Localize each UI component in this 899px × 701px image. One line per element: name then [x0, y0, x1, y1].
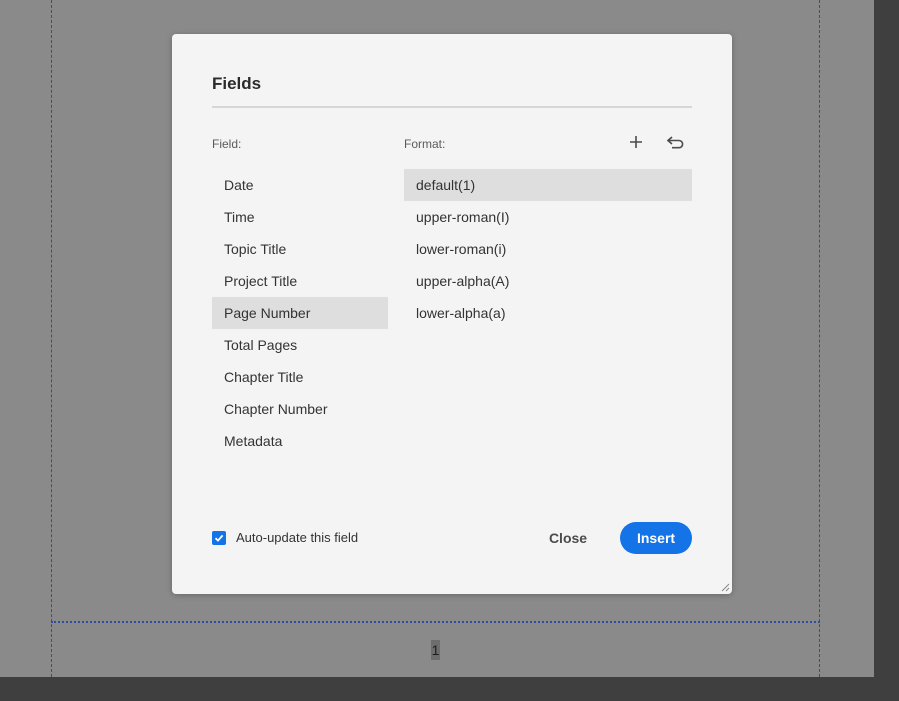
field-list-item[interactable]: Chapter Number	[212, 393, 388, 425]
field-list-item[interactable]: Chapter Title	[212, 361, 388, 393]
title-divider	[212, 106, 692, 108]
format-list: default(1) upper-roman(I) lower-roman(i) up…	[404, 169, 692, 329]
field-list-item[interactable]: Project Title	[212, 265, 388, 297]
page-number-field[interactable]: 1	[431, 640, 440, 660]
fields-dialog: Fields Field: Format: Date Time Topic Titl…	[172, 34, 732, 594]
left-margin-guide	[51, 0, 52, 677]
close-button[interactable]: Close	[538, 522, 598, 554]
format-list-item[interactable]: lower-alpha(a)	[404, 297, 692, 329]
add-format-button[interactable]	[624, 130, 648, 154]
checkmark-icon	[214, 534, 224, 542]
field-column-label: Field:	[212, 137, 242, 151]
footer-guide	[51, 621, 820, 623]
field-list: Date Time Topic Title Project Title Page Num…	[212, 169, 388, 457]
format-list-item[interactable]: lower-roman(i)	[404, 233, 692, 265]
plus-icon	[630, 136, 642, 148]
field-list-item[interactable]: Time	[212, 201, 388, 233]
format-list-item[interactable]: default(1)	[404, 169, 692, 201]
undo-icon	[667, 136, 684, 149]
resize-grip-icon[interactable]	[721, 583, 730, 592]
field-list-item[interactable]: Topic Title	[212, 233, 388, 265]
reset-format-button[interactable]	[664, 130, 688, 154]
auto-update-checkbox[interactable]	[212, 531, 226, 545]
field-list-item[interactable]: Metadata	[212, 425, 388, 457]
format-column-label: Format:	[404, 137, 446, 151]
field-list-item[interactable]: Page Number	[212, 297, 388, 329]
format-list-item[interactable]: upper-alpha(A)	[404, 265, 692, 297]
right-margin-guide	[819, 0, 820, 677]
format-list-item[interactable]: upper-roman(I)	[404, 201, 692, 233]
dialog-title: Fields	[212, 74, 262, 93]
field-list-item[interactable]: Total Pages	[212, 329, 388, 361]
insert-button[interactable]: Insert	[620, 522, 692, 554]
field-list-item[interactable]: Date	[212, 169, 388, 201]
auto-update-label: Auto-update this field	[236, 530, 359, 545]
